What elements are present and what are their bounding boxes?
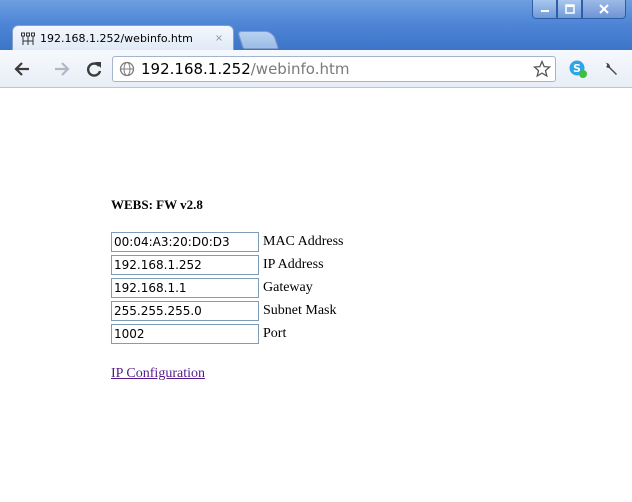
mac-address-row: 00:04:A3:20:D0:D3 MAC Address xyxy=(111,232,344,252)
tab-title: 192.168.1.252/webinfo.htm xyxy=(40,32,193,45)
minimize-icon xyxy=(540,10,549,12)
window-titlebar: 192.168.1.252/webinfo.htm × xyxy=(0,0,632,51)
gateway-row: 192.168.1.1 Gateway xyxy=(111,278,313,298)
port-field[interactable]: 1002 xyxy=(111,324,259,344)
back-button[interactable] xyxy=(12,59,32,79)
page-content: WEBS: FW v2.8 00:04:A3:20:D0:D3 MAC Addr… xyxy=(0,89,632,502)
extension-button[interactable]: S xyxy=(568,59,588,79)
globe-icon xyxy=(119,61,135,77)
subnet-mask-row: 255.255.255.0 Subnet Mask xyxy=(111,301,337,321)
tab-close-icon[interactable]: × xyxy=(213,33,225,44)
maximize-icon xyxy=(564,4,575,14)
gateway-field[interactable]: 192.168.1.1 xyxy=(111,278,259,298)
mac-address-field[interactable]: 00:04:A3:20:D0:D3 xyxy=(111,232,259,252)
new-tab-button[interactable] xyxy=(237,31,279,49)
port-row: 1002 Port xyxy=(111,324,286,344)
settings-wrench-button[interactable] xyxy=(600,59,620,79)
network-icon xyxy=(21,32,35,45)
page-title: WEBS: FW v2.8 xyxy=(111,197,203,212)
wrench-icon xyxy=(603,62,617,75)
extension-icon: S xyxy=(569,60,587,78)
reload-button[interactable] xyxy=(84,59,104,79)
star-icon xyxy=(533,60,551,78)
url-path: /webinfo.htm xyxy=(250,60,350,78)
url-host: 192.168.1.252 xyxy=(141,60,251,78)
maximize-button[interactable] xyxy=(557,0,582,19)
port-label: Port xyxy=(263,326,287,341)
address-bar[interactable]: 192.168.1.252/webinfo.htm xyxy=(112,56,556,82)
browser-toolbar: 192.168.1.252/webinfo.htm S xyxy=(0,50,632,88)
subnet-mask-label: Subnet Mask xyxy=(263,303,337,318)
ip-configuration-link[interactable]: IP Configuration xyxy=(111,366,205,382)
back-arrow-icon xyxy=(14,62,29,76)
subnet-mask-field[interactable]: 255.255.255.0 xyxy=(111,301,259,321)
window-controls xyxy=(532,0,626,19)
forward-button[interactable] xyxy=(52,59,72,79)
ip-address-label: IP Address xyxy=(263,257,324,272)
bookmark-star-button[interactable] xyxy=(532,59,552,79)
reload-icon xyxy=(87,62,102,77)
browser-tab[interactable]: 192.168.1.252/webinfo.htm × xyxy=(12,25,234,51)
mac-address-label: MAC Address xyxy=(263,234,344,249)
gateway-label: Gateway xyxy=(263,280,313,295)
close-icon xyxy=(599,4,609,14)
close-button[interactable] xyxy=(582,0,626,19)
minimize-button[interactable] xyxy=(532,0,557,19)
ip-address-row: 192.168.1.252 IP Address xyxy=(111,255,324,275)
forward-arrow-icon xyxy=(55,62,70,76)
ip-address-field[interactable]: 192.168.1.252 xyxy=(111,255,259,275)
